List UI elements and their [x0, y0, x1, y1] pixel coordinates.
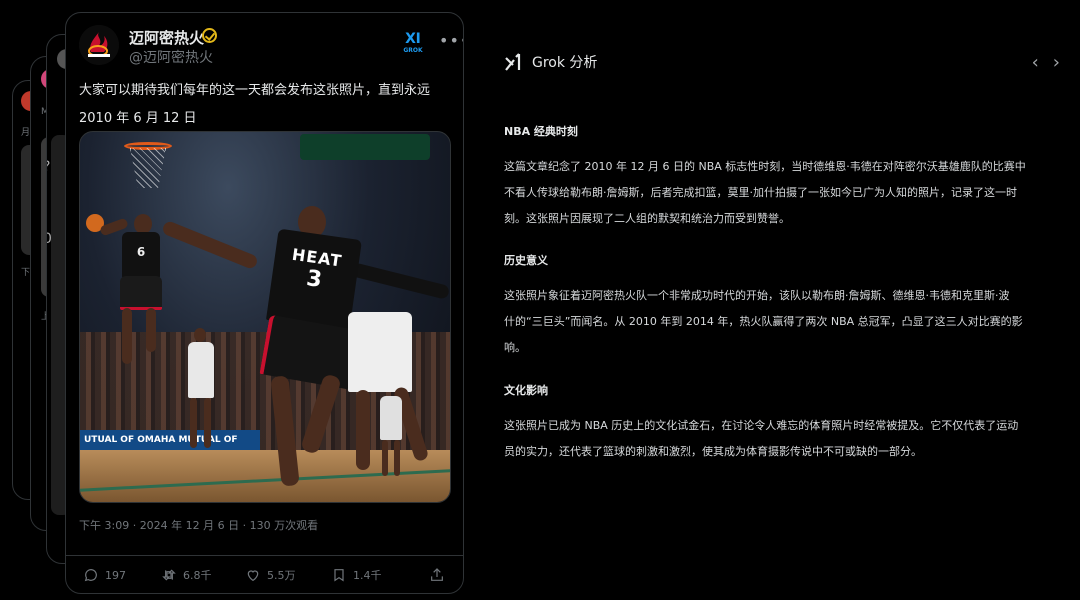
card-fragment-text: 下 [21, 268, 31, 278]
section-heading: NBA 经典时刻 [504, 125, 578, 138]
basketball-hoop [124, 138, 172, 188]
paragraph-line: 这张照片已成为 NBA 历史上的文化试金石，在讨论令人难忘的体育照片时经常被提及… [504, 419, 1019, 432]
retweet-count: 6.8千 [183, 569, 212, 582]
reply-count: 197 [105, 568, 126, 582]
divider [66, 555, 463, 556]
grok-title: Grok 分析 [532, 55, 598, 71]
player-arm [161, 219, 259, 271]
defender-jersey [348, 312, 412, 392]
more-icon[interactable]: ••• [439, 31, 463, 50]
tweet-text: 大家可以期待我们每年的这一天都会发布这张照片，直到永远 [79, 83, 431, 98]
bookmark-button[interactable]: 1.4千 [331, 565, 382, 585]
paragraph-line: 什的“三巨头”而闻名。从 2010 年到 2014 年，热火队赢得了两次 NBA… [504, 315, 1023, 328]
grok-badge-label: GROK [403, 47, 423, 54]
defender-leg [394, 440, 400, 476]
section-heading: 文化影响 [504, 384, 548, 397]
defender [176, 328, 226, 458]
player-jersey: 6 [122, 232, 160, 278]
defender-leg [190, 398, 197, 448]
defender-leg [382, 440, 388, 476]
card-fragment-text: 月 [21, 128, 31, 138]
bookmark-count: 1.4千 [353, 569, 382, 582]
paragraph-line: 不看人传球给勒布朗·詹姆斯，后者完成扣篮，莫里·加什拍摄了一张如今已广为人知的照… [504, 186, 1017, 199]
grok-logo-icon: Ⅺ [405, 31, 421, 47]
paragraph-line: 响。 [504, 341, 526, 354]
retweet-icon [162, 569, 176, 581]
paragraph-line: 这张照片象征着迈阿密热火队一个非常成功时代的开始，该队以勒布朗·詹姆斯、德维恩·… [504, 289, 1010, 302]
section-paragraph: 这篇文章纪念了 2010 年 12 月 6 日的 NBA 标志性时刻，当时德维恩… [504, 154, 1064, 232]
verified-badge-icon [202, 28, 217, 43]
grok-button[interactable]: Ⅺ GROK [401, 31, 425, 59]
tweet-photo[interactable]: UTUAL OF OMAHA MUTUAL OF OMAHA 6 HEAT 3 [79, 131, 451, 503]
tweet-card[interactable]: 迈阿密热火 @迈阿密热火 Ⅺ GROK ••• 大家可以期待我们每年的这一天都会… [65, 12, 464, 594]
share-button[interactable] [429, 565, 445, 585]
like-button[interactable]: 5.5万 [245, 565, 296, 585]
tweet-actions: 197 6.8千 5.5万 1.4千 [83, 565, 446, 585]
tweet-meta: 下午 3:09 · 2024 年 12 月 6 日 · 130 万次观看 [79, 519, 319, 532]
bookmark-icon [334, 569, 344, 582]
author-handle[interactable]: @迈阿密热火 [129, 47, 213, 67]
retweet-button[interactable]: 6.8千 [161, 565, 212, 585]
player-leg [146, 308, 156, 352]
tweet-date-line: 2010 年 6 月 12 日 [79, 111, 197, 126]
section-heading: 历史意义 [504, 254, 548, 267]
defender-leg [204, 398, 211, 448]
paragraph-line: 这篇文章纪念了 2010 年 12 月 6 日的 NBA 标志性时刻，当时德维恩… [504, 160, 1026, 173]
defender [372, 386, 412, 482]
heat-logo-icon [79, 25, 119, 65]
defender-jersey [380, 396, 402, 440]
hoop-net [130, 148, 166, 188]
defender-leg [356, 390, 370, 470]
heart-icon [247, 570, 259, 582]
grok-analysis-panel: Grok 分析 ‹ › NBA 经典时刻 这篇文章纪念了 2010 年 12 月… [480, 0, 1080, 600]
paragraph-line: 员的实力，还代表了篮球的刺激和激烈，使其成为体育摄影传说中不可或缺的一部分。 [504, 445, 922, 458]
like-count: 5.5万 [267, 569, 296, 582]
defender-head [194, 328, 206, 342]
grok-pagination: ‹ › [1032, 52, 1060, 73]
tweet-header: 迈阿密热火 @迈阿密热火 Ⅺ GROK ••• [79, 25, 463, 69]
grok-logo-icon [505, 53, 521, 71]
reply-icon [84, 569, 97, 582]
share-icon [431, 568, 443, 581]
section-paragraph: 这张照片象征着迈阿密热火队一个非常成功时代的开始，该队以勒布朗·詹姆斯、德维恩·… [504, 283, 1064, 361]
card-fragment-text: ? [47, 159, 50, 175]
section-paragraph: 这张照片已成为 NBA 历史上的文化试金石，在讨论令人难忘的体育照片时经常被提及… [504, 413, 1064, 465]
author-name[interactable]: 迈阿密热火 [129, 27, 204, 48]
reply-button[interactable]: 197 [83, 565, 126, 585]
player-shorts [120, 276, 162, 310]
player-leg [270, 375, 300, 487]
player-head [134, 214, 152, 234]
paragraph-line: 刻。这张照片因展现了二人组的默契和统治力而受到赞誉。 [504, 212, 790, 225]
chevron-right-icon[interactable]: › [1053, 52, 1060, 73]
chevron-left-icon[interactable]: ‹ [1032, 52, 1039, 73]
defender-jersey [188, 342, 214, 398]
player-leg [122, 308, 132, 364]
avatar[interactable] [79, 25, 119, 65]
arena-scoreboard [300, 134, 430, 160]
grok-header: Grok 分析 [504, 50, 597, 74]
